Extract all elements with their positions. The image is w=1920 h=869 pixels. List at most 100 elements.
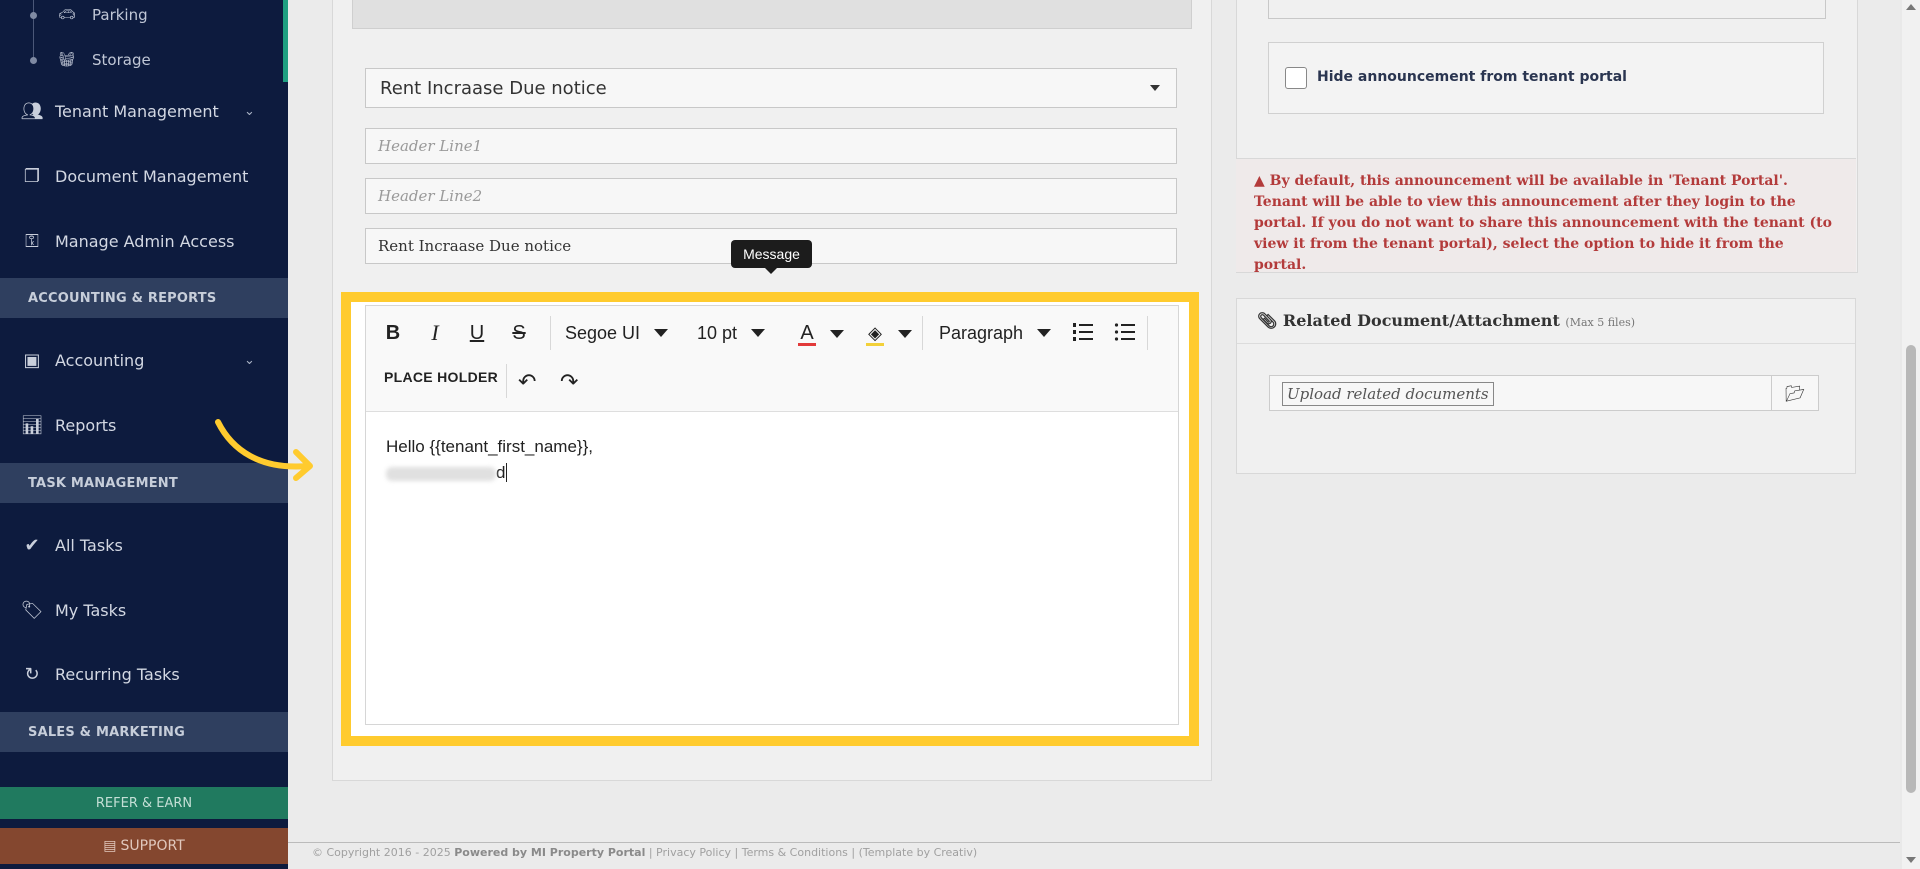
redo-icon[interactable]: ↷ [560, 369, 578, 395]
text-color-caret-icon[interactable] [830, 330, 844, 338]
sidebar-item-accounting[interactable]: ▣ Accounting ⌄ [0, 338, 288, 382]
related-document-subtitle: (Max 5 files) [1565, 316, 1636, 329]
sidebar-item-all-tasks[interactable]: ✔ All Tasks [0, 523, 288, 567]
sidebar-item-recurring-tasks[interactable]: ↻ Recurring Tasks [0, 652, 288, 696]
block-format-dropdown[interactable]: Paragraph [939, 316, 1052, 350]
chevron-down-icon: ⌄ [244, 103, 255, 119]
tag-icon: 🏷︎ [20, 599, 44, 621]
upload-field[interactable]: Upload related documents 📂︎ [1269, 375, 1819, 411]
sidebar-item-tenant-management[interactable]: 👥︎ Tenant Management ⌄ [0, 89, 288, 133]
related-document-card: 📎︎ Related Document/Attachment (Max 5 fi… [1236, 298, 1856, 474]
font-size-dropdown[interactable]: 10 pt [697, 316, 766, 350]
message-tooltip: Message [731, 240, 812, 274]
scroll-thumb[interactable] [1906, 345, 1916, 793]
page-scrollbar[interactable] [1902, 0, 1920, 869]
footer-divider [288, 842, 1900, 843]
support-label: SUPPORT [120, 838, 185, 854]
key-icon: ⚿ [25, 230, 39, 252]
sidebar-subitem-label: Storage [92, 51, 151, 69]
money-icon: ▣ [23, 349, 41, 371]
support-button[interactable]: ▤ SUPPORT [0, 828, 288, 864]
sidebar-subitem-label: Parking [92, 6, 148, 24]
hide-announcement-checkbox[interactable] [1285, 67, 1307, 89]
sidebar-item-label: All Tasks [55, 535, 123, 555]
editor-line-2: d​ [386, 460, 593, 486]
bar-chart-icon: 📊︎ [20, 414, 44, 436]
section-header-label: TASK MANAGEMENT [28, 475, 178, 491]
font-family-dropdown[interactable]: Segoe UI [565, 316, 669, 350]
basket-icon: 🧺︎ [58, 52, 76, 68]
sub-menu-line [33, 0, 34, 60]
bullet-dot [30, 56, 37, 64]
blurred-text [386, 466, 496, 481]
section-header-label: ACCOUNTING & REPORTS [28, 290, 217, 306]
template-select-value: Rent Incraase Due notice [380, 77, 607, 99]
refer-and-earn-label: REFER & EARN [95, 795, 193, 811]
car-icon: 🚗︎ [58, 7, 76, 23]
sidebar-item-document-management[interactable]: ❐ Document Management [0, 154, 288, 198]
sidebar-item-label: Reports [55, 415, 117, 435]
editor-toolbar: B I U S Segoe UI 10 pt A ◈ Paragraph PLA… [366, 306, 1178, 412]
highlight-color-caret-icon[interactable] [898, 330, 912, 338]
caret-down-icon [654, 329, 669, 337]
footer-copyright: © Copyright 2016 - 2025 [312, 846, 451, 859]
tooltip-label: Message [743, 246, 800, 262]
section-header-label: SALES & MARKETING [28, 724, 185, 740]
header-line2-input[interactable]: Header Line2 [365, 178, 1177, 214]
book-icon: ▤ [103, 838, 117, 854]
bullet-dot [30, 11, 37, 19]
footer-privacy-link[interactable]: Privacy Policy [656, 846, 731, 859]
subject-value: Rent Incraase Due notice [378, 237, 572, 255]
footer-terms-link[interactable]: Terms & Conditions [742, 846, 848, 859]
strikethrough-button[interactable]: S [506, 316, 532, 350]
place-holder-label: PLACE HOLDER [384, 369, 499, 385]
message-editor[interactable]: B I U S Segoe UI 10 pt A ◈ Paragraph PLA… [365, 305, 1179, 725]
template-select[interactable]: Rent Incraase Due notice [365, 68, 1177, 108]
header-line1-placeholder: Header Line1 [378, 137, 483, 155]
sidebar-item-label: Recurring Tasks [55, 664, 180, 684]
font-family-value: Segoe UI [565, 322, 641, 343]
undo-icon[interactable]: ↶ [518, 369, 536, 395]
paperclip-icon: 📎︎ [1257, 311, 1278, 330]
footer-template-credit: (Template by Creativ) [858, 846, 978, 859]
related-document-header: 📎︎ Related Document/Attachment (Max 5 fi… [1237, 299, 1855, 344]
editor-line-1: Hello {{tenant_first_name}}, [386, 437, 593, 456]
chevron-down-icon: ⌄ [244, 352, 255, 368]
section-header-accounting: ACCOUNTING & REPORTS [0, 278, 288, 318]
sidebar-item-my-tasks[interactable]: 🏷︎ My Tasks [0, 588, 288, 632]
annotation-arrow [215, 419, 313, 481]
scroll-up-arrow-icon[interactable] [1906, 4, 1916, 10]
text-cursor: ​ [506, 463, 508, 482]
folder-open-icon: 📂︎ [1784, 383, 1806, 403]
users-icon: 👥︎ [20, 100, 44, 122]
caret-down-icon [1150, 85, 1160, 91]
warning-icon: ▲ [1254, 173, 1265, 189]
sidebar-item-label: Tenant Management [55, 101, 219, 121]
toolbar-separator [550, 316, 551, 350]
browse-folder-button[interactable]: 📂︎ [1771, 376, 1818, 410]
related-document-title: 📎︎ Related Document/Attachment (Max 5 fi… [1257, 311, 1635, 330]
editor-content[interactable]: Hello {{tenant_first_name}}, d​ [386, 434, 593, 486]
italic-button[interactable]: I [422, 316, 448, 350]
highlight-color-button[interactable]: ◈ [862, 316, 888, 350]
text-color-button[interactable]: A [794, 316, 820, 350]
bold-button[interactable]: B [380, 316, 406, 350]
underline-button[interactable]: U [464, 316, 490, 350]
sidebar-item-label: Document Management [55, 166, 249, 186]
warning-message: ▲ By default, this announcement will be … [1236, 158, 1856, 273]
sidebar-item-manage-admin-access[interactable]: ⚿ Manage Admin Access [0, 219, 288, 263]
sidebar-item-label: Accounting [55, 350, 145, 370]
font-size-value: 10 pt [697, 322, 738, 343]
header-line2-placeholder: Header Line2 [378, 187, 483, 205]
header-line1-input[interactable]: Header Line1 [365, 128, 1177, 164]
refresh-icon: ↻ [24, 663, 40, 685]
scroll-down-arrow-icon[interactable] [1906, 857, 1916, 863]
right-top-field [1268, 0, 1826, 19]
toolbar-separator [922, 316, 923, 350]
refer-and-earn-button[interactable]: REFER & EARN [0, 787, 288, 819]
block-format-value: Paragraph [939, 322, 1024, 343]
footer-powered-by[interactable]: Powered by MI Property Portal [454, 846, 645, 859]
numbered-list-icon[interactable] [1071, 320, 1095, 344]
bulleted-list-icon[interactable] [1113, 320, 1137, 344]
place-holder-button[interactable]: PLACE HOLDER [384, 369, 498, 385]
